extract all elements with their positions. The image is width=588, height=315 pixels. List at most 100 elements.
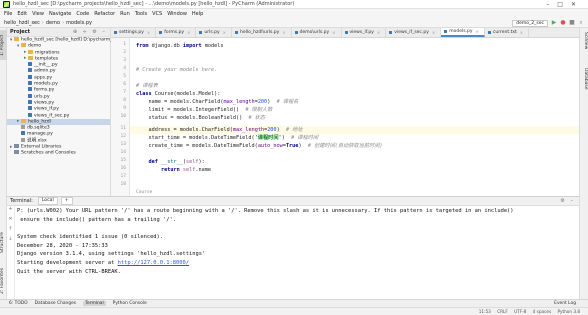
menu-navigate[interactable]: Navigate [49,11,71,17]
tool-tab-todo[interactable]: 6: TODO [9,301,28,306]
menu-vcs[interactable]: VCS [152,11,162,17]
project-panel-header: Project ⊕ ÷ ⚙ – [7,28,110,37]
menu-edit[interactable]: Edit [17,11,27,17]
python-file-icon [199,31,203,34]
terminal-line: ensure the include() pattern has a trail… [17,216,177,223]
editor-tab[interactable]: models.py × [441,28,485,37]
status-bar: 11:53 CRLF UTF-8 4 spaces Python 3.8 [0,307,588,315]
editor-tab[interactable]: current.txt × [485,28,530,37]
menu-window[interactable]: Window [167,11,187,17]
code-editor[interactable]: from django.db import models # Create yo… [130,38,579,196]
tool-tab-event-log[interactable]: Event Log [554,301,576,306]
menu-view[interactable]: View [32,11,44,17]
tool-tab-project[interactable]: 1: Project [0,30,7,60]
minimize-icon[interactable]: – [546,1,557,8]
terminal-settings-icon[interactable]: ⚙ – [560,198,575,204]
terminal-tab-local[interactable]: Local [37,197,58,205]
stop-icon[interactable]: ■ [569,20,575,26]
editor-tab[interactable]: views_if_sec.py × [386,28,442,37]
status-caret-position[interactable]: 11:53 [479,309,491,314]
close-tab-icon[interactable]: × [377,30,380,35]
pycharm-logo-icon [3,1,10,8]
server-url-link[interactable]: http://127.0.0.1:8000/ [118,260,189,266]
terminal-output[interactable]: P: (urls.W002) Your URL pattern '/' has … [17,207,577,277]
close-icon[interactable]: ✕ [571,1,584,8]
add-icon[interactable]: + [7,206,14,216]
close-tab-icon[interactable]: × [332,30,335,35]
editor-tab[interactable]: settings.py × [111,28,157,37]
editor-tabs: settings.py × forms.py × urls.py × hello_hzdl\… [111,28,579,38]
menu-refactor[interactable]: Refactor [94,11,115,17]
search-icon[interactable]: ⌕ [578,20,584,26]
debug-icon[interactable]: ● [560,20,566,26]
python-file-icon [28,62,32,67]
menu-tools[interactable]: Tools [135,11,147,17]
tree-item-label: manage.py [27,131,53,137]
tool-tab-database[interactable]: Database [581,68,588,98]
status-interpreter[interactable]: Python 3.8 [557,309,580,314]
project-panel-tools-icon[interactable]: ⊕ ÷ ⚙ – [73,29,107,35]
tool-tab-favorites[interactable]: 2: Favorites [0,264,7,298]
python-file-icon [28,87,32,92]
close-tab-icon[interactable]: × [432,30,435,35]
code-line: limit = models.IntegerField() # 限制人数 [136,107,273,113]
status-line-separator[interactable]: CRLF [497,309,508,314]
run-icon[interactable]: ▶ [551,20,557,26]
tree-item-label: External Libraries [21,144,62,150]
close-icon[interactable]: ✕ [7,216,14,226]
project-panel-title[interactable]: Project [10,29,30,35]
editor-tab[interactable]: urls.py × [196,28,233,37]
breadcrumb-project[interactable]: hello_hzdl_sec [4,20,40,26]
menu-file[interactable]: File [4,11,12,17]
editor-tab[interactable]: forms.py × [156,28,197,37]
code-line: # Create your models here. [136,67,218,73]
tool-tab-terminal[interactable]: Terminal [83,301,106,306]
python-file-icon [28,74,32,79]
tool-tab-database-changes[interactable]: Database Changes [35,301,76,306]
run-config-select[interactable]: demo_2_sec [512,19,548,27]
terminal-panel: Terminal: Local + ⚙ – + ✕ ↑ ↓ P: (urls.W… [7,196,579,306]
tool-tab-sciview[interactable]: SciView [581,32,588,58]
close-tab-icon[interactable]: × [476,29,479,34]
close-tab-icon[interactable]: × [223,30,226,35]
project-tree: ▾ hello_hzdl_sec [hello_hzdl] D:\pycharm_… [7,37,143,157]
close-tab-icon[interactable]: × [147,30,150,35]
editor-tab[interactable]: hello_hzdl\urls.py × [232,28,292,37]
maximize-icon[interactable]: □ [557,1,571,8]
menu-run[interactable]: Run [120,11,130,17]
editor-tab[interactable]: demo\urls.py × [292,28,342,37]
left-tool-stripe: 1: Project Structure 2: Favorites [0,28,7,305]
right-tool-stripe: SciView Database [579,28,588,305]
tool-tab-structure[interactable]: Structure [0,228,7,258]
terminal-side-toolbar: + ✕ ↑ ↓ [7,206,15,306]
close-tab-icon[interactable]: × [282,30,285,35]
line-number: 5 [123,74,126,79]
code-line: class Course(models.Model): [136,91,221,97]
scroll-up-icon[interactable]: ↑ [7,226,14,236]
terminal-line: Django version 3.1.4, using settings 'he… [17,251,206,258]
close-tab-icon[interactable]: × [520,30,523,35]
close-tab-icon[interactable]: × [187,30,190,35]
menu-help[interactable]: Help [192,11,203,17]
tree-item-label: hello_hzdl [28,119,51,125]
status-indent[interactable]: 4 spaces [533,309,551,314]
tool-tab-python-console[interactable]: Python Console [113,301,147,306]
python-file-icon [28,112,32,117]
tree-item[interactable]: Scratches and Consoles [7,150,110,156]
code-structure-breadcrumb[interactable]: Course [136,190,152,195]
status-encoding[interactable]: UTF-8 [514,309,526,314]
line-number-gutter: 1 2 3 4 5 6 7 8 9 10 11 12 13 14 15 16 17 18 [111,38,130,196]
new-terminal-tab-icon[interactable]: + [60,197,73,205]
line-number: 11 [120,126,126,131]
breadcrumb-models[interactable]: models.py [66,20,92,26]
window-controls[interactable]: –□✕ [546,1,584,8]
editor-tab-label: current.txt [492,30,517,35]
menu-code[interactable]: Code [76,11,89,17]
breadcrumb-demo[interactable]: demo [46,20,60,26]
scroll-down-icon[interactable]: ↓ [7,236,14,246]
line-number: 3 [123,58,126,63]
editor-tab[interactable]: views_if.py × [342,28,387,37]
python-file-icon [28,93,32,98]
breadcrumb: hello_hzdl_sec › demo › models.py [0,18,588,28]
